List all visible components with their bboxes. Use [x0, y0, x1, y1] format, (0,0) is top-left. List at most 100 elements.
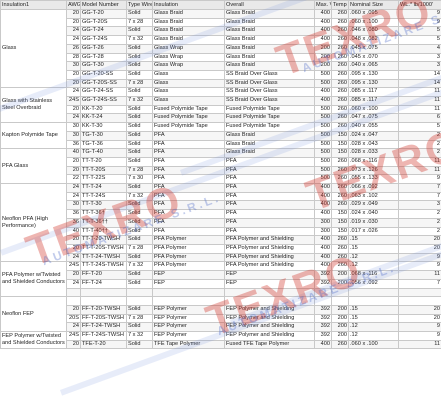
cell-nominal: .073 x .126 — [348, 165, 399, 176]
cell-model: TFE-T-20 — [80, 339, 127, 350]
cell-max: 500 — [314, 113, 332, 124]
cell-awg: 30 — [66, 122, 81, 132]
cell-temp: 200 — [331, 322, 349, 332]
header-model: Model Number — [80, 0, 127, 10]
cell-model: GG-T-24S — [80, 35, 127, 45]
cell-nominal: .028 x .033 — [348, 148, 399, 158]
header-wlt: WL.* lb/1000' — [398, 0, 441, 10]
cell-awg: 24 — [66, 26, 81, 37]
cell-overall — [224, 296, 315, 306]
cell-overall: Glass Braid — [224, 130, 315, 141]
cell-type: 7 x 28 — [126, 313, 153, 324]
cell-awg: 22 — [66, 174, 81, 185]
cell-type: Solid — [126, 278, 153, 289]
cell-awg: 40 — [66, 226, 81, 237]
cell-nominal: .15 — [348, 244, 399, 254]
cell-type: Solid — [126, 226, 153, 237]
cell-awg: 36 — [66, 139, 81, 150]
cell-overall: SS Braid Over Glass — [224, 69, 315, 80]
cell-temp: 150 — [331, 148, 349, 158]
cell-awg: 24 — [66, 113, 81, 124]
cell-temp: 260 — [331, 235, 349, 245]
table-row: 20 KK-T-20 Solid Fused Polymide Tape Fused P… — [1, 104, 441, 115]
cell-model: GG-T-24 — [80, 26, 127, 37]
cell-temp: 200 — [331, 313, 349, 324]
table-row: Neoflon PFA (High Performance) 24 TT-T-24 S… — [0, 183, 441, 263]
cell-max: 400 — [314, 209, 332, 219]
cell-overall: PFA — [224, 200, 315, 211]
cell-model: TT-T-30 — [80, 200, 127, 211]
cell-conductor: FEP — [152, 270, 225, 280]
cell-type: Solid — [126, 252, 153, 263]
cell-max: 300 — [314, 226, 332, 237]
cell-model: FF-T-24 — [80, 278, 127, 289]
cell-conductor: PFA — [152, 165, 225, 176]
cell-max: 400 — [314, 26, 332, 37]
cell-type: Solid — [126, 122, 153, 132]
cell-model: GG-T-20S — [80, 17, 127, 28]
cell-model: TT-T-36†† — [80, 217, 127, 228]
cell-temp: 260 — [331, 17, 349, 28]
cell-conductor: Glass Braid — [152, 26, 225, 37]
cell-model: TT-T-20 — [80, 156, 127, 167]
cell-temp: 260 — [331, 87, 349, 98]
cell-conductor: Fused Polymide Tape — [152, 113, 225, 124]
cell-nominal: .095 x .130 — [348, 69, 399, 80]
cell-type: 7 x 28 — [126, 165, 153, 176]
cell-overall: FEP — [224, 270, 315, 280]
table-row: 26 GG-T-26 Solid Glass Wrap Glass Braid 200 26… — [1, 43, 441, 54]
table-row: 20 FF-T-20 Solid FEP FEP 392 200.068 x .116 11 — [1, 270, 441, 280]
cell-temp: 150 — [331, 130, 349, 141]
cell-wlt: 20 — [398, 244, 441, 254]
cell-conductor: PFA — [152, 200, 225, 211]
header-temp: Temp °C — [331, 0, 349, 10]
cell-wlt: 2 — [398, 148, 441, 158]
cell-nominal: .046 x .080 — [348, 26, 399, 37]
cell-temp: 260 — [331, 174, 349, 185]
table-row: 36 TG-T-36 Solid PFA Glass Braid 500 150.028 x… — [1, 139, 441, 150]
cell-model: TT-T-24-TWSH — [80, 252, 127, 263]
cell-temp: 260 — [331, 191, 349, 202]
cell-overall: Glass Braid — [224, 43, 315, 54]
cell-conductor: Glass Braid — [152, 17, 225, 28]
cell-type: 7 x 32 — [126, 191, 153, 202]
cell-model: TG-T-36 — [80, 139, 127, 150]
cell-max: 392 — [314, 304, 332, 315]
cell-nominal: .060 x .095 — [348, 9, 399, 19]
cell-type: Solid — [126, 113, 153, 124]
cell-max: 392 — [314, 331, 332, 341]
cell-overall: PFA Polymer and Shielding — [224, 252, 315, 263]
cell-awg: 24S — [66, 331, 81, 341]
cell-type: Solid — [126, 304, 153, 315]
cell-nominal — [348, 287, 399, 298]
cell-temp: 260 — [331, 183, 349, 193]
cell-type: 7 x 28 — [126, 17, 153, 28]
cell-max: 392 — [314, 313, 332, 324]
cell-temp — [331, 296, 349, 306]
group-label: PFA Glass — [0, 148, 67, 185]
cell-nominal: .019 x .030 — [348, 217, 399, 228]
table-row: 24 TT-T-24-TWSH Solid PFA Polymer PFA Polyme… — [1, 252, 441, 263]
group-label: Glass with Stainless Steel Overbraid — [0, 87, 67, 124]
cell-conductor: Glass Braid — [152, 9, 225, 19]
table-row: 40 TT-T-40†† Solid PFA PFA 300 150.017 x .026 2 — [1, 226, 441, 237]
cell-conductor — [152, 287, 225, 298]
cell-temp: 260 — [331, 200, 349, 211]
cell-nominal: .056 x .092 — [348, 278, 399, 289]
table-body: Glass 20 GG-T-20 Solid Glass Braid Glass Brai… — [0, 8, 441, 350]
cell-wlt — [398, 287, 441, 298]
cell-type: 7 x 32 — [126, 331, 153, 341]
cell-nominal: .15 — [348, 313, 399, 324]
table-row: PFA Polymer w/Twisted and Shielded Condu… — [0, 261, 441, 298]
cell-max: 400 — [314, 261, 332, 272]
cell-conductor: Glass Braid — [152, 35, 225, 45]
cell-wlt: 11 — [398, 165, 441, 176]
cell-model: FF-T-20-TWSH — [80, 304, 127, 315]
cell-type: Solid — [126, 339, 153, 350]
table-row: 20 GG-T-20-SS Solid Glass SS Braid Over Glas… — [1, 69, 441, 80]
cell-wlt: 7 — [398, 191, 441, 202]
cell-max: 400 — [314, 235, 332, 245]
cell-model: TT-T-20S — [80, 165, 127, 176]
cell-overall — [224, 287, 315, 298]
cell-max: 400 — [314, 35, 332, 45]
